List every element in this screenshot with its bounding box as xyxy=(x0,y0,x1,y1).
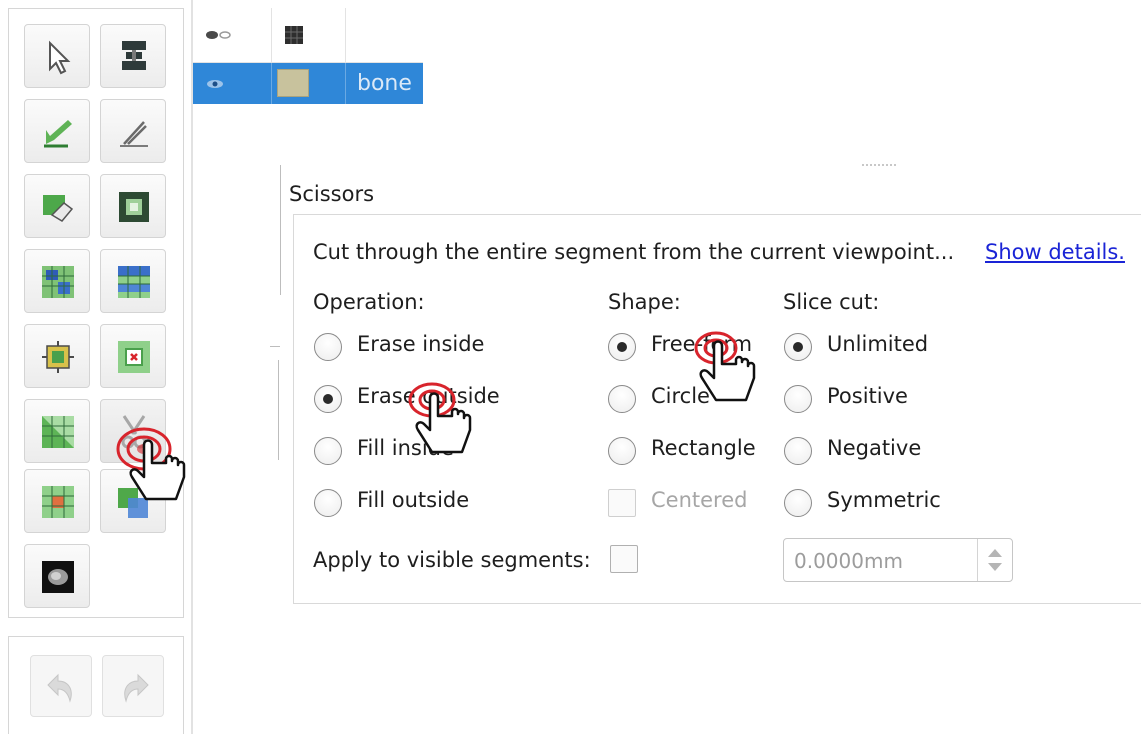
segments-table-header xyxy=(193,8,423,63)
tool-fill-between-slices-button[interactable] xyxy=(100,249,166,313)
slice-cut-label: Slice cut: xyxy=(783,290,880,314)
radio-indicator[interactable] xyxy=(314,333,342,361)
column-separator xyxy=(345,63,346,104)
erase-inside-radio[interactable]: Erase inside xyxy=(314,330,554,364)
tool-none-button[interactable] xyxy=(24,24,90,88)
radio-indicator[interactable] xyxy=(784,333,812,361)
spinbox-value[interactable]: 0.0000mm xyxy=(794,549,903,573)
effect-title: Scissors xyxy=(289,182,375,206)
slice-thickness-spinbox[interactable]: 0.0000mm xyxy=(783,538,1013,582)
hollow-icon xyxy=(118,341,150,373)
tool-islands-button[interactable] xyxy=(24,469,90,533)
segments-table: bone xyxy=(193,8,423,104)
draw-icon xyxy=(120,121,148,147)
table-row[interactable]: bone xyxy=(193,63,423,104)
panel-border xyxy=(278,360,279,460)
show-details-link[interactable]: Show details. xyxy=(985,240,1125,264)
mask-volume-icon xyxy=(42,561,74,593)
radio-indicator[interactable] xyxy=(608,385,636,413)
column-separator xyxy=(271,63,272,104)
splitter-handle[interactable] xyxy=(862,164,896,166)
column-separator xyxy=(271,8,272,62)
radio-label: Erase inside xyxy=(357,332,485,356)
checkbox-indicator[interactable] xyxy=(608,489,636,517)
paint-icon xyxy=(44,120,72,148)
apply-to-visible-checkbox[interactable] xyxy=(610,545,638,573)
undo-icon xyxy=(47,673,72,703)
effect-description: Cut through the entire segment from the … xyxy=(313,240,955,264)
shape-label: Shape: xyxy=(608,290,681,314)
radio-label: Fill outside xyxy=(357,488,470,512)
radio-label: Rectangle xyxy=(651,436,756,460)
unlimited-radio[interactable]: Unlimited xyxy=(784,330,964,364)
radio-indicator[interactable] xyxy=(784,489,812,517)
symmetric-radio[interactable]: Symmetric xyxy=(784,486,964,520)
apply-to-visible-label: Apply to visible segments: xyxy=(313,548,591,572)
positive-radio[interactable]: Positive xyxy=(784,382,964,416)
radio-indicator[interactable] xyxy=(314,489,342,517)
radio-indicator[interactable] xyxy=(608,333,636,361)
click-marker-icon xyxy=(694,331,756,402)
radio-indicator[interactable] xyxy=(314,437,342,465)
segment-name[interactable]: bone xyxy=(357,71,412,96)
spinbox-buttons[interactable] xyxy=(977,539,1012,581)
spin-up-icon[interactable] xyxy=(988,549,1002,557)
radio-indicator[interactable] xyxy=(784,385,812,413)
panel-border xyxy=(270,346,280,347)
erase-icon xyxy=(43,195,74,222)
rectangle-radio[interactable]: Rectangle xyxy=(608,434,778,468)
radio-indicator[interactable] xyxy=(608,437,636,465)
tool-level-tracing-button[interactable] xyxy=(100,174,166,238)
undo-button[interactable] xyxy=(30,655,92,717)
click-marker-icon xyxy=(408,382,472,454)
pointer-arrow-icon xyxy=(49,40,71,75)
panel-border xyxy=(280,165,281,295)
eye-icon[interactable] xyxy=(203,77,233,91)
spin-down-icon[interactable] xyxy=(988,563,1002,571)
redo-icon xyxy=(124,673,149,703)
operation-label: Operation: xyxy=(313,290,425,314)
redo-button[interactable] xyxy=(102,655,164,717)
tool-draw-button[interactable] xyxy=(100,99,166,163)
visibility-header-icon xyxy=(206,31,231,39)
column-separator xyxy=(345,8,346,62)
margin-icon xyxy=(42,341,74,373)
tool-hollow-button[interactable] xyxy=(100,324,166,388)
fill-between-slices-icon xyxy=(118,266,150,298)
grow-from-seeds-icon xyxy=(42,266,74,298)
panel-divider xyxy=(191,0,193,734)
negative-radio[interactable]: Negative xyxy=(784,434,964,468)
tool-smoothing-button[interactable] xyxy=(24,399,90,463)
radio-label: Negative xyxy=(827,436,922,460)
threshold-icon xyxy=(122,41,146,70)
radio-indicator[interactable] xyxy=(784,437,812,465)
radio-indicator[interactable] xyxy=(314,385,342,413)
radio-label: Symmetric xyxy=(827,488,941,512)
radio-label: Unlimited xyxy=(827,332,929,356)
tool-grow-from-seeds-button[interactable] xyxy=(24,249,90,313)
centered-checkbox[interactable]: Centered xyxy=(608,486,778,520)
smoothing-icon xyxy=(42,416,74,448)
checkbox-label: Centered xyxy=(651,488,748,512)
tool-margin-button[interactable] xyxy=(24,324,90,388)
tool-mask-volume-button[interactable] xyxy=(24,544,90,608)
islands-icon xyxy=(42,486,74,518)
color-header-icon xyxy=(285,26,303,44)
fill-outside-radio[interactable]: Fill outside xyxy=(314,486,554,520)
tool-threshold-button[interactable] xyxy=(100,24,166,88)
tool-paint-button[interactable] xyxy=(24,99,90,163)
radio-label: Positive xyxy=(827,384,908,408)
segment-color-swatch[interactable] xyxy=(277,69,309,97)
level-tracing-icon xyxy=(119,192,149,222)
tool-erase-button[interactable] xyxy=(24,174,90,238)
click-marker-icon xyxy=(116,427,186,501)
